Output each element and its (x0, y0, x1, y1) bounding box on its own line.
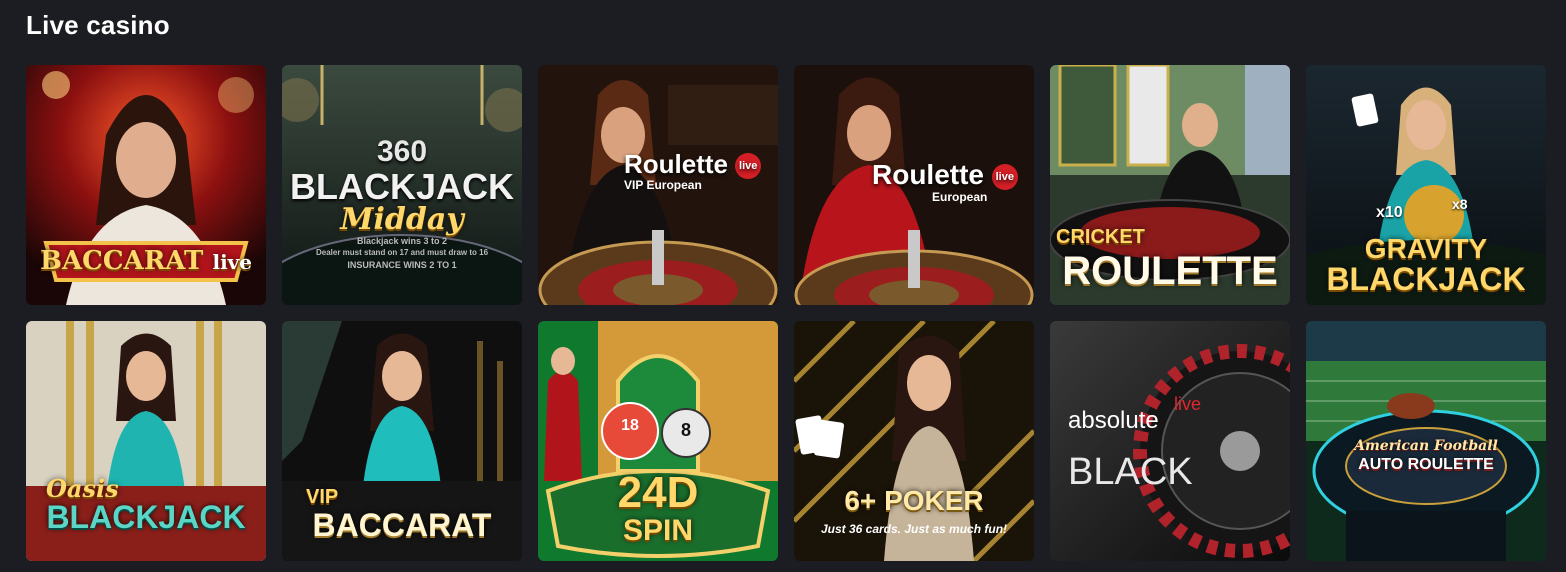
multiplier-badge: x8 (1452, 196, 1468, 212)
game-tile-cricket-roulette[interactable]: CRICKET ROULETTE (1050, 65, 1290, 305)
live-badge: live (991, 163, 1018, 190)
rule-line-2: Dealer must stand on 17 and must draw to… (315, 248, 489, 257)
game-title: BLACKJACK (1326, 261, 1526, 297)
game-title: BACCARAT (39, 246, 204, 276)
game-tile-roulette-european[interactable]: Roulette live European (794, 65, 1034, 305)
game-tile-american-football-auto-roulette[interactable]: American Football AUTO ROULETTE (1306, 321, 1546, 561)
ball-number: 18 (621, 417, 639, 434)
ball-number: 8 (680, 420, 691, 440)
game-title: BLACKJACK (46, 499, 246, 535)
game-top-text: CRICKET (1056, 226, 1145, 248)
rule-line-3: INSURANCE WINS 2 TO 1 (347, 260, 457, 270)
game-tile-roulette-vip-european[interactable]: Roulette live VIP European (538, 65, 778, 305)
game-tile-24d-spin[interactable]: 18 8 24D SPIN (538, 321, 778, 561)
games-grid: BACCARAT live 360 BLACKJACK Midday Black… (26, 65, 1546, 561)
game-top-text: GRAVITY (1364, 233, 1488, 264)
game-top-text: 360 (376, 135, 428, 168)
game-title: 24D (617, 468, 699, 517)
live-label: live (1174, 394, 1202, 414)
game-title: BLACKJACK (290, 166, 514, 207)
game-subtitle: European (932, 190, 988, 204)
game-tile-gravity-blackjack[interactable]: x10 x8 GRAVITY BLACKJACK (1306, 65, 1546, 305)
game-top-text: absolute (1068, 407, 1159, 434)
game-title: 6+ POKER (844, 485, 984, 516)
game-subtitle: SPIN (622, 514, 694, 547)
game-title: Roulette (872, 159, 984, 190)
game-tile-vip-baccarat[interactable]: VIP BACCARAT (282, 321, 522, 561)
game-subtitle: Midday (340, 202, 464, 237)
game-top-text: American Football (1354, 438, 1498, 454)
game-title: ROULETTE (1062, 249, 1278, 293)
tile-artwork (1050, 321, 1290, 561)
rule-line-1: Blackjack wins 3 to 2 (356, 236, 448, 246)
game-tile-baccarat-live[interactable]: BACCARAT live (26, 65, 266, 305)
game-subtitle: VIP European (624, 178, 702, 192)
game-tile-6-plus-poker[interactable]: 6+ POKER Just 36 cards. Just as much fun… (794, 321, 1034, 561)
game-title: AUTO ROULETTE (1358, 456, 1494, 473)
game-top-text: Oasis (46, 474, 119, 503)
game-subtitle: Just 36 cards. Just as much fun! (820, 522, 1008, 536)
game-title: Roulette (624, 149, 728, 179)
game-top-text: VIP (306, 486, 339, 508)
game-tile-absolute-black[interactable]: absolute live BLACK (1050, 321, 1290, 561)
section-title: Live casino (26, 10, 170, 40)
live-label: live (212, 250, 253, 274)
game-title: BACCARAT (312, 507, 492, 543)
game-title: BLACK (1068, 451, 1193, 493)
game-tile-blackjack-360-midday[interactable]: 360 BLACKJACK Midday Blackjack wins 3 to… (282, 65, 522, 305)
game-tile-oasis-blackjack[interactable]: Oasis BLACKJACK (26, 321, 266, 561)
live-badge: live (735, 153, 762, 180)
